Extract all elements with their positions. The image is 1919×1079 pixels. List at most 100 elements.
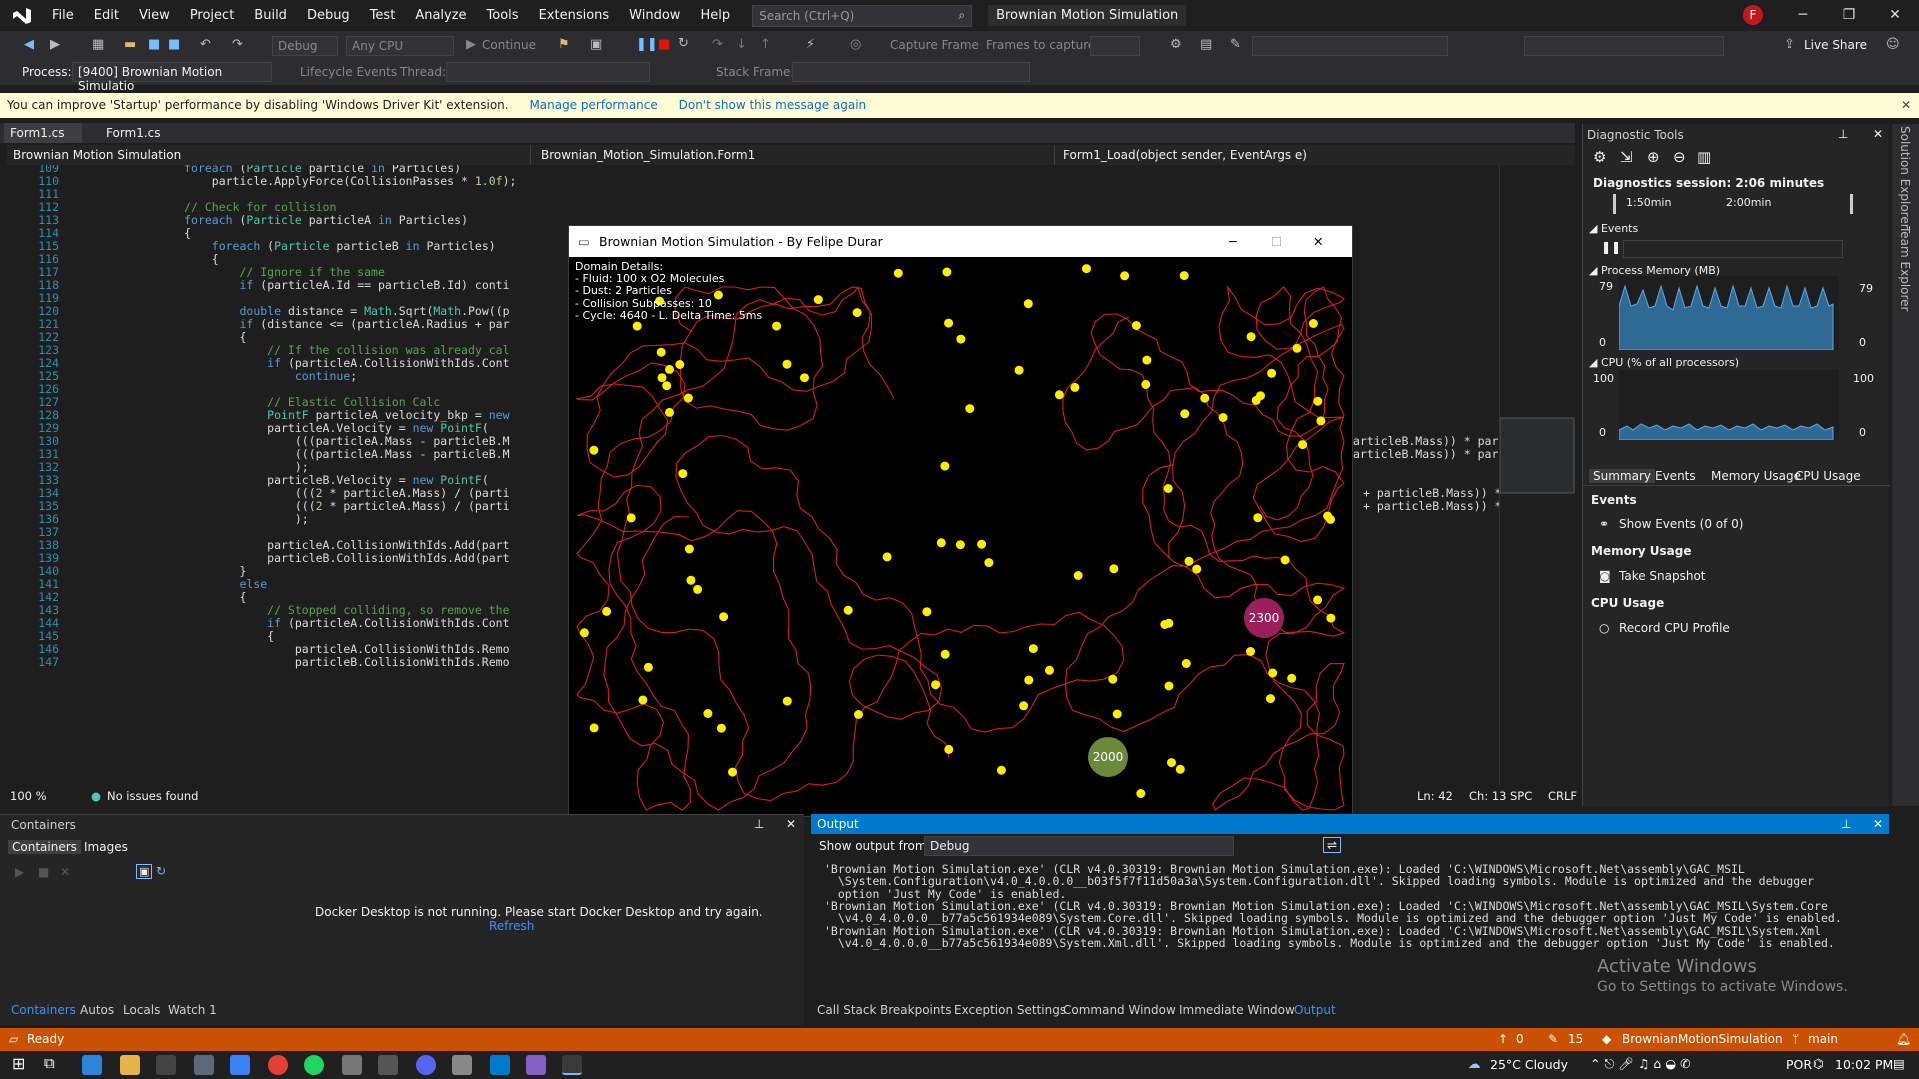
indent-mode[interactable]: SPC	[1510, 789, 1532, 803]
code-line[interactable]: {	[101, 590, 246, 604]
word-wrap-icon[interactable]: ⇌	[1323, 837, 1342, 853]
code-line[interactable]: continue;	[101, 369, 357, 383]
minimize-icon[interactable]: ─	[1780, 0, 1826, 31]
tab-memory-usage[interactable]: Memory Usage	[1711, 469, 1801, 483]
brush-icon[interactable]: ✎	[1230, 37, 1241, 52]
task-view-icon[interactable]: ⧉	[44, 1054, 55, 1072]
code-line[interactable]: foreach (Particle particleB in Particles…	[101, 239, 496, 253]
tab-summary[interactable]: Summary	[1589, 469, 1655, 483]
method-dropdown[interactable]: Form1_Load(object sender, EventArgs e)	[1057, 145, 1575, 165]
record-cpu-profile-button[interactable]: Record CPU Profile	[1619, 621, 1730, 635]
search-input[interactable]: Search (Ctrl+Q) ⌕	[752, 4, 973, 27]
export-icon[interactable]: ⇲	[1620, 148, 1633, 166]
save-icon[interactable]: ■	[148, 37, 160, 52]
new-project-icon[interactable]: ▦	[92, 37, 104, 52]
take-snapshot-button[interactable]: Take Snapshot	[1619, 569, 1706, 583]
pin-icon[interactable]: ⊥	[754, 817, 764, 831]
step-out-icon[interactable]: ↑	[760, 37, 771, 52]
code-line[interactable]: // Ignore if the same	[101, 265, 384, 279]
vscode-icon[interactable]	[490, 1055, 510, 1075]
tab-call-stack[interactable]: Call Stack	[817, 1000, 876, 1020]
configuration-dropdown[interactable]: Debug	[272, 36, 338, 56]
calculator-icon[interactable]	[452, 1055, 472, 1075]
team-explorer-tab[interactable]: Team Explorer	[1898, 226, 1912, 312]
tab-autos[interactable]: Autos	[80, 1000, 114, 1020]
zoom-in-icon[interactable]: ⊕	[1647, 148, 1660, 166]
code-line[interactable]: particleB.Velocity = new PointF(	[101, 473, 489, 487]
comment-icon[interactable]: ▤	[1200, 37, 1212, 52]
continue-icon[interactable]: ▶	[466, 37, 476, 52]
undo-icon[interactable]: ↶	[200, 37, 211, 52]
step-into-icon[interactable]: ↓	[736, 37, 747, 52]
close-icon[interactable]: ✕	[786, 817, 796, 831]
file-explorer-icon[interactable]	[120, 1055, 140, 1075]
code-line[interactable]: if (particleA.CollisionWithIds.Cont	[101, 356, 509, 370]
close-icon[interactable]: ✕	[1873, 814, 1883, 834]
menu-tools[interactable]: Tools	[477, 0, 529, 31]
restart-icon[interactable]: ↻	[678, 36, 689, 51]
tab-output[interactable]: Output	[1294, 1000, 1336, 1020]
tab-watch[interactable]: Watch 1	[168, 1000, 217, 1020]
tab-exception-settings[interactable]: Exception Settings	[954, 1000, 1066, 1020]
code-line[interactable]: (((particleA.Mass - particleB.M	[101, 434, 510, 448]
menu-debug[interactable]: Debug	[297, 0, 360, 31]
close-icon[interactable]: ✕	[1873, 127, 1883, 141]
platform-dropdown[interactable]: Any CPU	[346, 36, 454, 56]
clock[interactable]: 10:02 PM	[1835, 1057, 1893, 1072]
redo-icon[interactable]: ↷	[232, 37, 243, 52]
hot-reload-icon[interactable]: ⚡	[806, 37, 815, 52]
editor-minimap[interactable]	[1499, 165, 1577, 785]
code-line[interactable]: // Elastic Collision Calc	[101, 395, 440, 409]
tab-form1-cs[interactable]: Form1.cs	[4, 123, 82, 143]
code-line[interactable]: (((2 * particleA.Mass) / (parti	[101, 499, 510, 513]
settings-icon[interactable]	[342, 1055, 362, 1075]
code-line[interactable]: particleA.Velocity = new PointF(	[101, 421, 489, 435]
line-number[interactable]: Ln: 42	[1417, 789, 1453, 803]
changes-count[interactable]: 15	[1568, 1028, 1583, 1051]
notifications-icon[interactable]: 🔔︎	[1896, 1028, 1911, 1051]
stop-icon[interactable]: ■	[38, 865, 49, 879]
menu-build[interactable]: Build	[244, 0, 297, 31]
lifecycle-events-button[interactable]: Lifecycle Events	[300, 65, 397, 79]
delete-icon[interactable]: ✕	[60, 865, 70, 879]
close-icon[interactable]: ✕	[1313, 226, 1323, 257]
restore-icon[interactable]: ❐	[1826, 0, 1872, 31]
code-line[interactable]: (((particleA.Mass - particleB.M	[101, 447, 510, 461]
menu-extensions[interactable]: Extensions	[529, 0, 620, 31]
reset-view-icon[interactable]: ▥	[1697, 148, 1711, 166]
extension-dropdown[interactable]	[1524, 36, 1724, 56]
avatar[interactable]: F	[1743, 5, 1763, 25]
close-icon[interactable]: ✕	[1872, 0, 1918, 31]
code-line[interactable]: if (particleA.CollisionWithIds.Cont	[101, 616, 509, 630]
code-line[interactable]: );	[101, 460, 309, 474]
tab-form1-design[interactable]: Form1.cs [Design]	[100, 123, 220, 160]
forward-icon[interactable]: ▶	[50, 37, 60, 52]
simulation-title-bar[interactable]: ▭ Brownian Motion Simulation - By Felipe…	[569, 226, 1352, 257]
menu-test[interactable]: Test	[360, 0, 406, 31]
code-line[interactable]: {	[101, 252, 219, 266]
spotify-icon[interactable]	[304, 1055, 324, 1075]
cpu-chart[interactable]	[1619, 370, 1839, 440]
issues-status[interactable]: No issues found	[107, 789, 198, 803]
pin-icon[interactable]: ⊥	[1841, 814, 1851, 834]
menu-view[interactable]: View	[129, 0, 180, 31]
code-line[interactable]: particleB.CollisionWithIds.Remo	[101, 655, 510, 669]
menu-project[interactable]: Project	[180, 0, 244, 31]
branch-name[interactable]: main	[1808, 1028, 1838, 1051]
zoom-level[interactable]: 100 %	[10, 789, 47, 803]
save-all-icon[interactable]: ■	[168, 37, 180, 52]
memory-chart[interactable]	[1619, 276, 1839, 350]
code-line[interactable]: );	[101, 512, 309, 526]
photos-icon[interactable]	[194, 1055, 214, 1075]
cpu-section[interactable]: ◢ CPU (% of all processors)	[1589, 356, 1739, 369]
class-dropdown[interactable]: Brownian_Motion_Simulation.Form1	[535, 145, 1055, 165]
zoom-out-icon[interactable]: ⊖	[1673, 148, 1686, 166]
tab-containers-bottom[interactable]: Containers	[11, 1000, 76, 1020]
terminal-icon[interactable]	[156, 1055, 176, 1075]
chrome-icon[interactable]	[268, 1055, 288, 1075]
thread-dropdown[interactable]	[446, 62, 650, 82]
visual-studio-icon[interactable]	[526, 1055, 546, 1075]
settings-icon[interactable]: ⚙	[1593, 148, 1606, 166]
feedback-icon[interactable]: ☺	[1886, 37, 1900, 52]
output-source-dropdown[interactable]: Debug	[924, 836, 1234, 856]
